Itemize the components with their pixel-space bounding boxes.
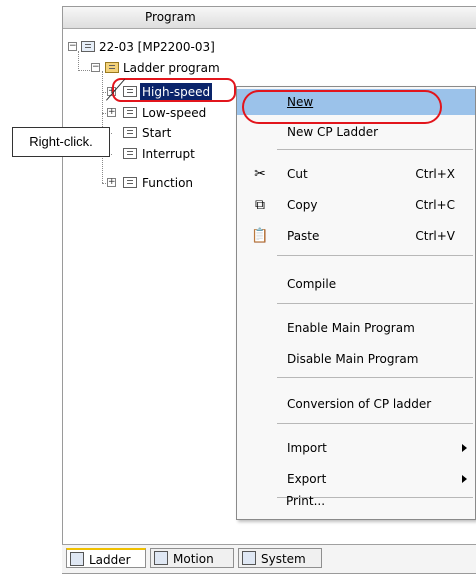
menu-item-compile[interactable]: Compile [237,271,475,297]
copy-icon: ⧉ [255,197,265,213]
menu-item-import[interactable]: Import [237,435,475,461]
menu-separator [277,149,473,150]
menu-separator [277,423,473,424]
tab-label: Motion [173,552,214,566]
menu-item-label: Print... [286,494,326,508]
shortcut-label: Ctrl+X [415,167,455,181]
menu-item-cut[interactable]: ✂ Cut Ctrl+X [237,161,475,187]
tree-ladder-label: Ladder program [123,61,220,75]
menu-separator [277,255,473,256]
submenu-arrow-icon [462,475,467,483]
menu-separator [277,377,473,378]
menu-item-copy[interactable]: ⧉ Copy Ctrl+C [237,192,475,218]
tree-item-label: Low-speed [142,106,207,120]
menu-item-paste[interactable]: 📋 Paste Ctrl+V [237,223,475,249]
menu-separator [277,303,473,304]
panel-title: Program [145,10,196,24]
menu-item-label: Import [287,441,327,455]
menu-item-disable-main-program[interactable]: Disable Main Program [237,346,475,372]
tab-motion[interactable]: Motion [150,548,234,568]
motion-icon [154,551,168,565]
callout-text: Right-click. [29,134,93,149]
program-icon [123,127,137,138]
tree-item-label: Interrupt [142,147,195,161]
tree-root[interactable]: − 22-03 [MP2200-03] [63,38,263,56]
controller-icon [81,41,95,52]
highlight-ring-new [242,90,442,124]
collapse-icon[interactable]: − [68,42,77,51]
tree-item-label: Function [142,176,194,190]
expand-icon[interactable]: + [107,178,116,187]
context-menu: New New CP Ladder ✂ Cut Ctrl+X ⧉ Copy Ct… [236,86,476,520]
system-icon [242,551,256,565]
ladder-icon [70,552,84,566]
tab-system[interactable]: System [238,548,322,568]
shortcut-label: Ctrl+C [415,198,455,212]
menu-item-label: Copy [287,198,318,212]
scissors-icon: ✂ [254,166,266,182]
paste-icon: 📋 [251,228,269,244]
expand-icon[interactable]: + [107,108,116,117]
submenu-arrow-icon [462,444,467,452]
program-icon [123,148,137,159]
tab-label: Ladder [89,553,131,567]
highlight-ring-high-speed [112,78,236,102]
shortcut-label: Ctrl+V [415,229,455,243]
folder-icon [105,62,119,73]
tree-root-label: 22-03 [MP2200-03] [99,40,215,54]
program-icon [123,177,137,188]
tree-item-label: Start [142,126,172,140]
menu-item-label: Compile [287,277,337,291]
menu-item-print[interactable]: Print... [236,486,476,516]
panel-header: Program [63,7,476,29]
menu-item-label: Paste [287,229,320,243]
menu-item-label: Conversion of CP ladder [287,397,432,411]
menu-item-label: Disable Main Program [287,352,419,366]
tab-label: System [261,552,306,566]
callout-box: Right-click. [12,127,110,157]
menu-item-conversion-cp-ladder[interactable]: Conversion of CP ladder [237,391,475,417]
menu-item-label: Cut [287,167,308,181]
collapse-icon[interactable]: − [91,63,100,72]
tree-ladder-program[interactable]: − Ladder program [63,59,263,77]
menu-item-label: Enable Main Program [287,321,415,335]
tab-bar: Ladder Motion System [62,544,476,573]
tab-ladder[interactable]: Ladder [66,548,146,568]
menu-item-enable-main-program[interactable]: Enable Main Program [237,315,475,341]
program-icon [123,107,137,118]
